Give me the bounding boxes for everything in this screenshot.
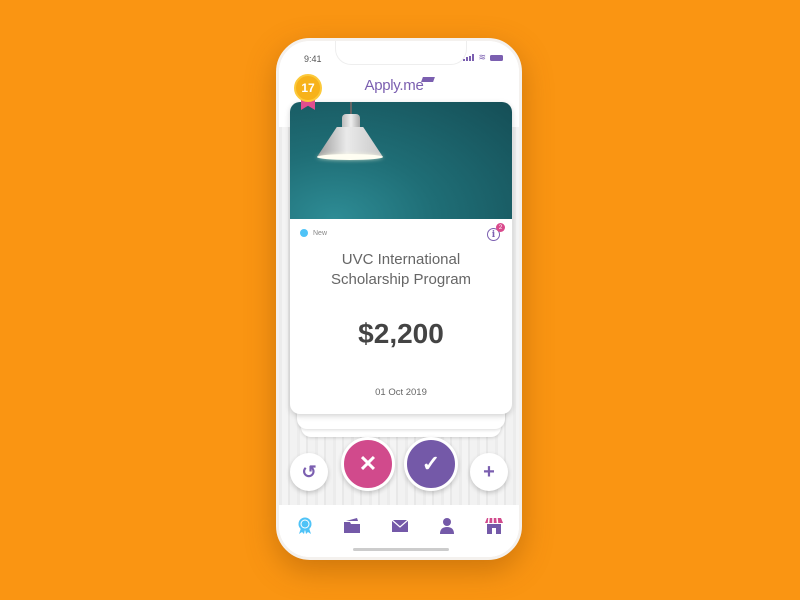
user-icon (440, 518, 454, 534)
graduation-cap-icon (420, 77, 435, 82)
scholarship-date: 01 Oct 2019 (375, 387, 427, 398)
reject-button[interactable]: ✕ (341, 437, 395, 491)
undo-button[interactable]: ↺ (290, 453, 328, 491)
level-badge[interactable]: 17 (294, 74, 324, 110)
device-notch (335, 41, 467, 65)
folder-icon (344, 518, 360, 533)
status-icons: ≋ (463, 53, 503, 62)
phone-frame: 9:41 ≋ 17 Apply.me New i 2 UVC Internati… (276, 38, 522, 560)
wifi-icon: ≋ (478, 52, 486, 62)
check-icon: ✓ (421, 451, 441, 476)
plus-icon: + (483, 460, 495, 483)
close-icon: ✕ (358, 451, 378, 476)
scholarship-title: UVC International Scholarship Program (290, 250, 512, 290)
undo-icon: ↺ (301, 461, 317, 482)
info-count-badge: 2 (496, 223, 505, 232)
nav-store[interactable] (484, 517, 504, 535)
badge-count: 17 (294, 74, 322, 102)
status-tag: New (300, 229, 327, 237)
app-logo: Apply.me (364, 77, 424, 94)
status-time: 9:41 (304, 54, 322, 64)
scholarship-card[interactable]: New i 2 UVC International Scholarship Pr… (290, 102, 512, 414)
accept-button[interactable]: ✓ (404, 437, 458, 491)
nav-awards[interactable] (295, 517, 315, 535)
award-icon (298, 517, 312, 534)
lamp-shade (317, 127, 383, 157)
status-tag-label: New (313, 229, 328, 237)
title-line-1: UVC International (341, 251, 461, 268)
home-indicator[interactable] (353, 548, 449, 551)
scholarship-amount: $2,200 (358, 318, 444, 349)
nav-messages[interactable] (390, 517, 410, 535)
nav-profile[interactable] (437, 517, 457, 535)
store-icon (485, 517, 503, 534)
nav-folders[interactable] (342, 517, 362, 535)
app-screen: 9:41 ≋ 17 Apply.me New i 2 UVC Internati… (279, 41, 519, 557)
title-line-2: Scholarship Program (330, 271, 472, 288)
bottom-nav (279, 505, 519, 557)
add-button[interactable]: + (470, 453, 508, 491)
mail-icon (391, 519, 409, 532)
new-dot-icon (300, 229, 308, 237)
lamp-light (317, 154, 383, 160)
card-image (290, 102, 512, 219)
battery-icon (490, 54, 503, 61)
lamp-top (342, 114, 360, 128)
